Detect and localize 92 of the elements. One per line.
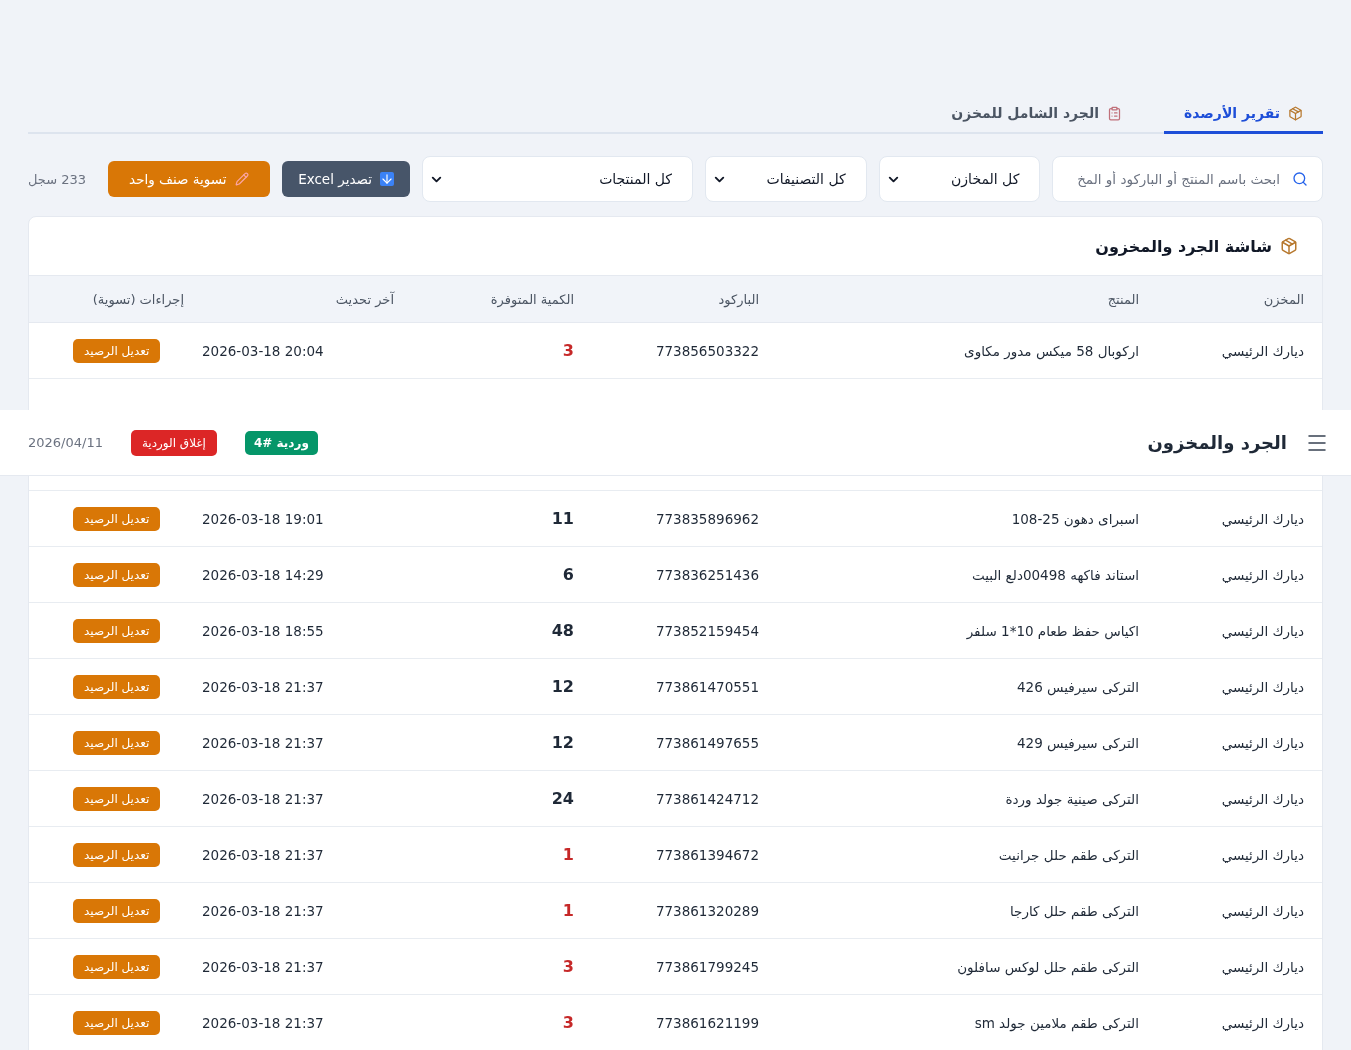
export-button[interactable]: تصدير Excel [281,161,411,197]
table-cell: 2026-03-18 14:29 [202,566,324,583]
table-cell: 2026-03-18 21:37 [202,958,324,975]
table-cell: التركى سيرفيس 429 [777,714,1157,771]
table-cell: التركى سيرفيس 426 [777,658,1157,715]
table-cell: التركى صينية جولد وردة [777,770,1157,827]
table-cell: التركى طقم حلل لوكس سافلون [777,938,1157,995]
adjust-balance-button[interactable]: تعديل الرصيد [73,618,161,643]
table-cell: 773861424712 [592,770,777,827]
quantity-value: 3 [562,1013,574,1032]
table-cell: التركى طقم ملامين جولد sm [777,994,1157,1050]
table-cell: ديارك الرئيسي [1157,882,1322,939]
quantity-value: 12 [551,733,574,752]
column-header: إجراءات (تسوية) [29,276,202,323]
table-cell: 2026-03-18 21:37 [202,734,324,751]
table-cell: التركى طقم حلل جرانيت [777,826,1157,883]
table-cell: ديارك الرئيسي [1157,826,1322,883]
table-cell: ديارك الرئيسي [1157,938,1322,995]
tab[interactable]: الجرد الشامل للمخزن [931,95,1142,134]
table-cell: 773861621199 [592,994,777,1050]
table-cell: 2026-03-18 21:37 [202,1014,324,1031]
adjust-balance-button[interactable]: تعديل الرصيد [73,562,161,587]
table-cell: ديارك الرئيسي [1157,602,1322,659]
adjust-balance-button[interactable]: تعديل الرصيد [73,674,161,699]
search-icon [1292,171,1308,187]
quantity-value: 11 [551,509,574,528]
column-header: الكمية المتوفرة [412,276,592,323]
table-cell: استاند فاكهه 00498دلع البيت [777,546,1157,603]
search-box[interactable]: ابحث باسم المنتج أو الباركود أو المخ [1052,156,1323,202]
table-cell: 773852159454 [592,602,777,659]
table-cell: اسبراى دهون 25-108 [777,491,1157,547]
table-cell: 773835896962 [592,491,777,547]
table-cell: ديارك الرئيسي [1157,546,1322,603]
page-title: الجرد والمخزون [1147,432,1287,453]
filter-dropdown[interactable]: كل المنتجات [422,156,694,202]
adjust-balance-button[interactable]: تعديل الرصيد [73,1010,161,1035]
adjust-balance-button[interactable]: تعديل الرصيد [73,506,161,531]
table-cell: ديارك الرئيسي [1157,994,1322,1050]
table-cell: ديارك الرئيسي [1157,491,1322,547]
clipboard-icon [1106,105,1122,121]
table-cell: 2026-03-18 20:04 [202,342,324,359]
table-cell: 2026-03-18 21:37 [202,846,324,863]
record-count: 233 سجل [28,171,87,187]
table-cell: 773856503322 [592,322,777,379]
column-header: المنتج [777,276,1157,323]
column-header: آخر تحديث [202,276,412,323]
table-cell: اكياس حفظ طعام 10*1 سلفر [777,602,1157,659]
quantity-value: 12 [551,677,574,696]
filter-dropdown[interactable]: كل التصنيفات [705,156,867,202]
table-cell: 2026-03-18 19:01 [202,510,324,527]
table-cell: 2026-03-18 21:37 [202,678,324,695]
filter-dropdown[interactable]: كل المخازن [878,156,1041,202]
column-header: المخزن [1157,276,1322,323]
table-cell: 2026-03-18 18:55 [202,622,324,639]
pencil-icon [234,172,249,186]
quantity-value: 3 [562,341,574,360]
table-cell: 773836251436 [592,546,777,603]
table-cell: 773861470551 [592,658,777,715]
quantity-value: 48 [551,621,574,640]
card-title: شاشة الجرد والمخزون [1095,236,1272,256]
adjust-balance-button[interactable]: تعديل الرصيد [73,954,161,979]
date-text: 2026/04/11 [28,435,103,450]
table-cell: 2026-03-18 21:37 [202,902,324,919]
quantity-value: 6 [562,565,574,584]
adjust-item-button[interactable]: تسوية صنف واحد [108,161,270,197]
table-cell: ديارك الرئيسي [1157,322,1322,379]
adjust-balance-button[interactable]: تعديل الرصيد [73,338,161,363]
quantity-value: 24 [551,789,574,808]
table-cell: 773861497655 [592,714,777,771]
box-icon [1280,237,1298,255]
close-shift-button[interactable]: إغلاق الوردية [130,429,217,456]
box-icon [1288,105,1303,121]
quantity-value: 1 [562,845,574,864]
table-cell: 773861799245 [592,938,777,995]
table-cell: 773861320289 [592,882,777,939]
table-cell: التركى طقم حلل كارجا [777,882,1157,939]
quantity-value: 3 [562,957,574,976]
column-header: الباركود [592,276,777,323]
table-cell: 2026-03-18 21:37 [202,790,324,807]
adjust-balance-button[interactable]: تعديل الرصيد [73,786,161,811]
adjust-balance-button[interactable]: تعديل الرصيد [73,898,161,923]
table-cell: 773861394672 [592,826,777,883]
adjust-balance-button[interactable]: تعديل الرصيد [73,842,161,867]
search-field[interactable]: ابحث باسم المنتج أو الباركود أو المخ [1067,170,1282,188]
table-cell: ديارك الرئيسي [1157,770,1322,827]
table-cell: ديارك الرئيسي [1157,658,1322,715]
tab[interactable]: تقرير الأرصدة [1163,95,1323,134]
shift-badge: وردية #4 [244,430,318,455]
quantity-value: 1 [562,901,574,920]
table-cell: ديارك الرئيسي [1157,714,1322,771]
table-cell: اركوبال 58 ميكس مدور مكاوى [777,322,1157,379]
adjust-balance-button[interactable]: تعديل الرصيد [73,730,161,755]
